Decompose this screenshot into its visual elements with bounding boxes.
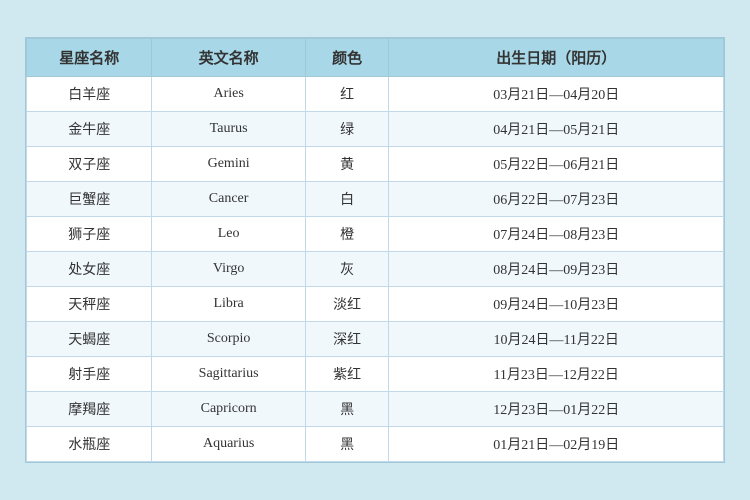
table-row: 天秤座Libra淡红09月24日—10月23日 [27, 287, 724, 322]
cell-date: 10月24日—11月22日 [389, 322, 724, 357]
cell-chinese: 水瓶座 [27, 427, 152, 462]
cell-chinese: 处女座 [27, 252, 152, 287]
cell-color: 黑 [305, 392, 389, 427]
cell-chinese: 白羊座 [27, 77, 152, 112]
cell-date: 11月23日—12月22日 [389, 357, 724, 392]
table-row: 水瓶座Aquarius黑01月21日—02月19日 [27, 427, 724, 462]
cell-chinese: 金牛座 [27, 112, 152, 147]
cell-english: Libra [152, 287, 305, 322]
table-row: 天蝎座Scorpio深红10月24日—11月22日 [27, 322, 724, 357]
table-row: 摩羯座Capricorn黑12月23日—01月22日 [27, 392, 724, 427]
cell-chinese: 射手座 [27, 357, 152, 392]
cell-color: 橙 [305, 217, 389, 252]
header-chinese: 星座名称 [27, 39, 152, 77]
table-row: 射手座Sagittarius紫红11月23日—12月22日 [27, 357, 724, 392]
cell-english: Aries [152, 77, 305, 112]
cell-chinese: 双子座 [27, 147, 152, 182]
header-date: 出生日期（阳历） [389, 39, 724, 77]
cell-english: Capricorn [152, 392, 305, 427]
cell-chinese: 巨蟹座 [27, 182, 152, 217]
zodiac-table: 星座名称 英文名称 颜色 出生日期（阳历） 白羊座Aries红03月21日—04… [26, 38, 724, 462]
zodiac-table-container: 星座名称 英文名称 颜色 出生日期（阳历） 白羊座Aries红03月21日—04… [25, 37, 725, 463]
cell-color: 白 [305, 182, 389, 217]
table-row: 处女座Virgo灰08月24日—09月23日 [27, 252, 724, 287]
cell-color: 红 [305, 77, 389, 112]
cell-date: 09月24日—10月23日 [389, 287, 724, 322]
cell-date: 01月21日—02月19日 [389, 427, 724, 462]
cell-color: 灰 [305, 252, 389, 287]
cell-chinese: 狮子座 [27, 217, 152, 252]
cell-english: Scorpio [152, 322, 305, 357]
cell-english: Gemini [152, 147, 305, 182]
cell-color: 紫红 [305, 357, 389, 392]
cell-english: Cancer [152, 182, 305, 217]
cell-english: Taurus [152, 112, 305, 147]
header-color: 颜色 [305, 39, 389, 77]
cell-color: 淡红 [305, 287, 389, 322]
cell-english: Virgo [152, 252, 305, 287]
cell-date: 12月23日—01月22日 [389, 392, 724, 427]
table-header-row: 星座名称 英文名称 颜色 出生日期（阳历） [27, 39, 724, 77]
table-row: 双子座Gemini黄05月22日—06月21日 [27, 147, 724, 182]
cell-date: 07月24日—08月23日 [389, 217, 724, 252]
cell-english: Sagittarius [152, 357, 305, 392]
cell-chinese: 天蝎座 [27, 322, 152, 357]
cell-chinese: 摩羯座 [27, 392, 152, 427]
cell-date: 08月24日—09月23日 [389, 252, 724, 287]
cell-date: 04月21日—05月21日 [389, 112, 724, 147]
cell-date: 06月22日—07月23日 [389, 182, 724, 217]
table-row: 白羊座Aries红03月21日—04月20日 [27, 77, 724, 112]
table-row: 狮子座Leo橙07月24日—08月23日 [27, 217, 724, 252]
cell-color: 深红 [305, 322, 389, 357]
cell-english: Leo [152, 217, 305, 252]
cell-date: 05月22日—06月21日 [389, 147, 724, 182]
cell-date: 03月21日—04月20日 [389, 77, 724, 112]
cell-color: 绿 [305, 112, 389, 147]
cell-chinese: 天秤座 [27, 287, 152, 322]
header-english: 英文名称 [152, 39, 305, 77]
table-body: 白羊座Aries红03月21日—04月20日金牛座Taurus绿04月21日—0… [27, 77, 724, 462]
cell-english: Aquarius [152, 427, 305, 462]
table-row: 巨蟹座Cancer白06月22日—07月23日 [27, 182, 724, 217]
cell-color: 黑 [305, 427, 389, 462]
table-row: 金牛座Taurus绿04月21日—05月21日 [27, 112, 724, 147]
cell-color: 黄 [305, 147, 389, 182]
